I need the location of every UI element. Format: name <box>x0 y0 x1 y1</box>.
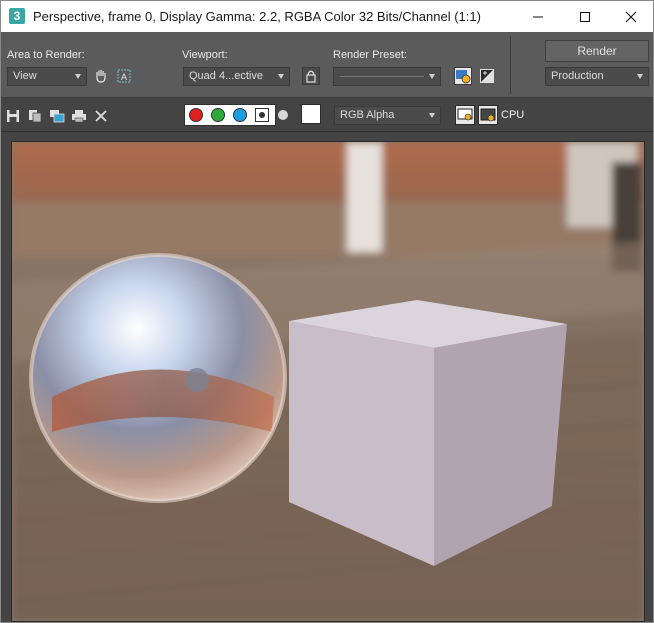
minimize-icon <box>532 16 543 17</box>
maximize-icon <box>579 11 590 22</box>
close-icon <box>625 11 636 22</box>
maximize-button[interactable] <box>562 1 607 32</box>
display-toggle-button[interactable] <box>455 105 475 125</box>
viewport-label: Viewport: <box>182 49 228 61</box>
render-frame-window: 3 Perspective, frame 0, Display Gamma: 2… <box>0 0 654 623</box>
title-bar: 3 Perspective, frame 0, Display Gamma: 2… <box>1 1 653 32</box>
display-monitor-icon <box>457 108 473 121</box>
pan-hand-icon <box>96 70 106 83</box>
close-button[interactable] <box>608 1 653 32</box>
svg-text:A: A <box>121 72 127 82</box>
render-overlay-icon <box>480 108 496 122</box>
empty-preset-line <box>340 76 424 77</box>
color-swatch[interactable] <box>301 104 321 124</box>
exposure-control-button[interactable] <box>478 67 496 85</box>
app-icon: 3 <box>9 8 25 24</box>
environment-settings-button[interactable] <box>454 67 472 85</box>
minimize-button[interactable] <box>515 1 560 32</box>
chevron-down-icon <box>75 74 81 79</box>
print-icon <box>72 110 86 123</box>
blue-channel-toggle[interactable] <box>233 108 247 122</box>
render-preset-dropdown[interactable] <box>333 67 441 86</box>
channel-display-value: RGB Alpha <box>340 109 395 121</box>
channel-toggle-group <box>184 104 276 126</box>
viewport-value: Quad 4...ective <box>189 70 263 82</box>
alpha-dot <box>278 110 288 120</box>
auto-region-button[interactable]: A <box>115 67 133 85</box>
clone-window-icon <box>50 110 65 123</box>
window-title: Perspective, frame 0, Display Gamma: 2.2… <box>33 9 481 24</box>
viewport-dropdown[interactable]: Quad 4...ective <box>183 67 290 86</box>
save-image-button[interactable] <box>4 107 22 125</box>
production-value: Production <box>551 70 604 82</box>
pan-hand-button[interactable] <box>92 67 110 85</box>
area-to-render-value: View <box>13 70 37 82</box>
panel-divider <box>510 36 511 94</box>
production-dropdown[interactable]: Production <box>545 67 649 86</box>
save-image-icon <box>7 110 19 122</box>
clone-window-button[interactable] <box>48 107 66 125</box>
clear-button[interactable] <box>92 107 110 125</box>
chevron-down-icon <box>278 74 284 79</box>
render-overlay-button[interactable] <box>478 105 498 125</box>
exposure-icon <box>480 69 494 83</box>
channel-display-dropdown[interactable]: RGB Alpha <box>334 106 441 125</box>
render-viewport[interactable] <box>11 141 645 622</box>
cpu-label: CPU <box>501 109 525 121</box>
print-image-button[interactable] <box>70 107 88 125</box>
rendered-image <box>12 142 644 621</box>
clear-icon <box>95 110 107 122</box>
area-to-render-label: Area to Render: <box>7 49 85 61</box>
green-channel-toggle[interactable] <box>211 108 225 122</box>
lock-icon <box>306 70 316 83</box>
chevron-down-icon <box>429 113 435 118</box>
monochrome-toggle[interactable] <box>255 108 269 122</box>
copy-image-button[interactable] <box>26 107 44 125</box>
chevron-down-icon <box>637 74 643 79</box>
area-to-render-dropdown[interactable]: View <box>7 67 87 86</box>
render-button[interactable]: Render <box>545 40 649 62</box>
chrome-sphere <box>29 253 287 503</box>
copy-image-icon <box>29 110 42 123</box>
red-channel-toggle[interactable] <box>189 108 203 122</box>
lock-viewport-button[interactable] <box>302 67 320 85</box>
chevron-down-icon <box>429 74 435 79</box>
environment-icon <box>456 70 471 84</box>
render-preset-label: Render Preset: <box>333 49 407 61</box>
frame-toolbar: RGB Alpha CPU <box>1 99 653 132</box>
render-settings-panel: Area to Render: View A Viewport: Quad 4.… <box>1 32 653 98</box>
auto-region-icon: A <box>117 69 131 83</box>
